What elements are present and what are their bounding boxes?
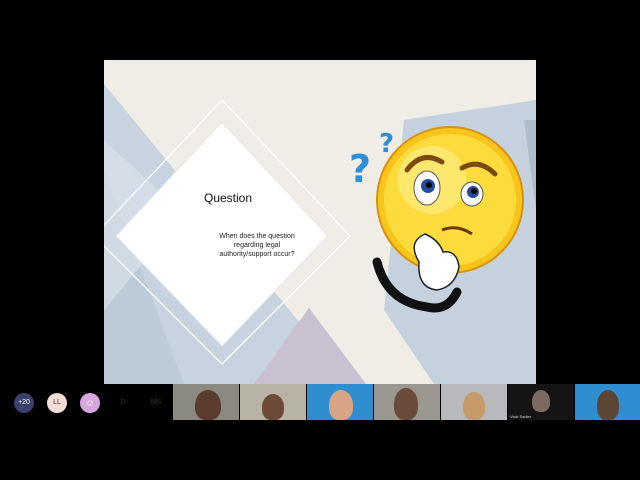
video-tile[interactable] [173, 384, 239, 420]
video-tile[interactable] [307, 384, 373, 420]
svg-text:?: ? [349, 147, 371, 191]
participant-name: Vicki Sadler [510, 414, 532, 419]
slide-title: Question [204, 191, 253, 205]
participant-avatar-ms[interactable]: MS [146, 393, 166, 413]
person-icon: ☺ [85, 398, 95, 408]
thinking-face-icon: ? ? [349, 126, 524, 313]
more-participants-badge[interactable]: +20 [14, 393, 34, 413]
video-tile[interactable] [240, 384, 306, 420]
slide-question: When does the question regarding legal a… [219, 233, 295, 258]
participant-avatar-ll[interactable]: LL [47, 393, 67, 413]
video-tile[interactable] [441, 384, 507, 420]
presentation-slide: Question When does the question regardin… [104, 60, 536, 384]
video-tile[interactable]: Vicki Sadler [508, 384, 574, 420]
participant-avatar-d[interactable]: D [113, 393, 133, 413]
video-tile[interactable] [374, 384, 440, 420]
video-tile[interactable] [575, 384, 640, 420]
participant-avatar-icon[interactable]: ☺ [80, 393, 100, 413]
